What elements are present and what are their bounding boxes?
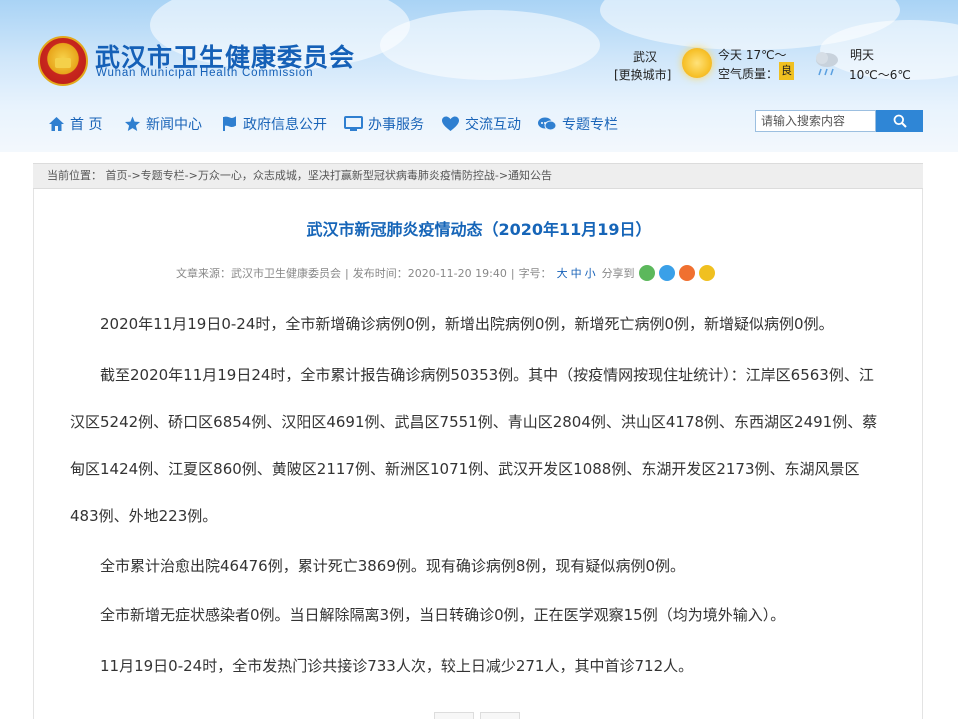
national-emblem-logo[interactable] (38, 36, 88, 86)
meta-separator: | (345, 266, 349, 280)
breadcrumb: 当前位置： 首页->专题专栏->万众一心，众志成城，坚决打赢新型冠状病毒肺炎疫情… (33, 163, 923, 189)
meta-separator: | (510, 266, 515, 280)
cloud-decoration (380, 10, 600, 80)
air-quality-badge: 良 (779, 62, 794, 80)
tomorrow-label: 明天 (850, 48, 875, 62)
paragraph-recovered: 全市累计治愈出院46476例，累计死亡3869例。现有确诊病例8例，现有疑似病例… (100, 557, 685, 575)
today-temperature: 今天 17℃～ (718, 48, 787, 62)
article-meta: 文章来源： 武汉市卫生健康委员会 | 发布时间： 2020-11-20 19:4… (176, 264, 715, 282)
paragraph-cumulative-cases: 截至2020年11月19日24时，全市累计报告确诊病例50353例。其中（按疫情… (70, 366, 878, 525)
paragraph-asymptomatic: 全市新增无症状感染者0例。当日解除隔离3例，当日转确诊0例，正在医学观察15例（… (100, 606, 786, 624)
prev-page-button[interactable] (434, 712, 474, 719)
nav-item-topics[interactable]: 专题专栏 (537, 110, 618, 138)
search-input[interactable] (755, 110, 876, 132)
nav-label: 首 页 (70, 117, 103, 133)
nav-label: 专题专栏 (562, 117, 618, 133)
nav-item-services[interactable]: 办事服务 (344, 110, 424, 138)
switch-city-link[interactable]: [更换城市] (614, 66, 671, 83)
font-size-label: 字号： (518, 267, 552, 280)
qzone-share-icon[interactable] (698, 265, 715, 281)
paragraph-new-cases: 2020年11月19日0-24时，全市新增确诊病例0例，新增出院病例0例，新增死… (100, 315, 834, 333)
nav-label: 交流互动 (465, 117, 521, 133)
next-page-button[interactable] (480, 712, 520, 719)
nav-label: 办事服务 (368, 117, 424, 133)
heart-icon (442, 116, 459, 131)
wechat-share-icon[interactable] (638, 265, 655, 281)
weibo-share-icon[interactable] (678, 265, 695, 281)
qq-share-icon[interactable] (658, 265, 675, 281)
nav-label: 新闻中心 (146, 117, 202, 133)
share-label: 分享到 (601, 267, 635, 280)
font-size-small-button[interactable]: 小 (585, 265, 596, 281)
nav-label: 政府信息公开 (243, 117, 327, 133)
search-icon (893, 114, 907, 128)
search-button[interactable] (876, 110, 923, 132)
tomorrow-temperature: 10℃～6℃ (849, 68, 911, 82)
nav-item-gov-info[interactable]: 政府信息公开 (221, 110, 327, 138)
font-size-large-button[interactable]: 大 (557, 265, 568, 281)
site-subtitle: Wuhan Municipal Health Commission (96, 67, 314, 79)
time-value: 2020-11-20 19:40 (407, 266, 507, 280)
rain-cloud-icon (816, 52, 838, 76)
star-icon (125, 116, 140, 131)
nav-item-home[interactable]: 首 页 (48, 110, 102, 138)
weather-city: 武汉 (633, 50, 658, 64)
article-title: 武汉市新冠肺炎疫情动态（2020年11月19日） (306, 220, 652, 239)
nav-item-interaction[interactable]: 交流互动 (441, 110, 521, 138)
nav-item-news[interactable]: 新闻中心 (124, 110, 202, 138)
sunny-icon (682, 48, 712, 78)
source-label: 文章来源： (176, 267, 231, 280)
site-header: 武汉市卫生健康委员会 Wuhan Municipal Health Commis… (0, 0, 958, 152)
monitor-icon (344, 116, 363, 131)
time-label: 发布时间： (352, 267, 408, 280)
breadcrumb-text[interactable]: 当前位置： 首页->专题专栏->万众一心，众志成城，坚决打赢新型冠状病毒肺炎疫情… (47, 169, 552, 182)
chat-icon (538, 117, 557, 131)
flag-icon (223, 116, 236, 131)
font-size-medium-button[interactable]: 中 (571, 265, 582, 281)
paragraph-fever-clinic: 11月19日0-24时，全市发热门诊共接诊733人次，较上日减少271人，其中首… (100, 657, 694, 675)
air-quality-label: 空气质量： (718, 67, 779, 81)
home-icon (49, 117, 64, 131)
source-value: 武汉市卫生健康委员会 (231, 267, 341, 280)
